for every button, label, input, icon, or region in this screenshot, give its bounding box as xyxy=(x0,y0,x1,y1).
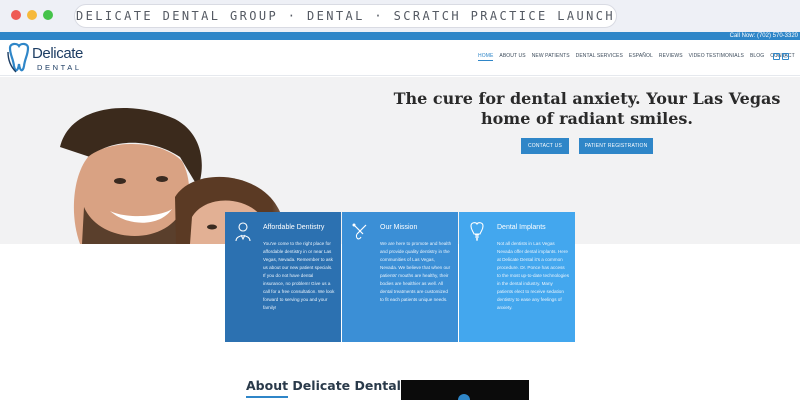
nav-video-testimonials[interactable]: VIDEO TESTIMONIALS xyxy=(689,53,744,61)
tooth-logo-icon xyxy=(7,42,30,73)
card-text: Not all dentists in Las Vegas Nevada off… xyxy=(497,241,570,310)
instagram-icon[interactable]: ◻ xyxy=(782,53,789,60)
window-maximize-button[interactable] xyxy=(43,10,53,20)
feature-card-affordable-dentistry: Affordable Dentistry You've come to the … xyxy=(225,212,341,342)
nav-dental-services[interactable]: DENTAL SERVICES xyxy=(576,53,623,61)
patient-registration-button[interactable]: PATIENT REGISTRATION xyxy=(579,138,653,154)
nav-blog[interactable]: BLOG xyxy=(750,53,764,61)
about-heading: About Delicate Dental xyxy=(246,378,401,393)
contact-us-button[interactable]: CONTACT US xyxy=(521,138,569,154)
about-heading-underline xyxy=(246,396,288,398)
main-nav: HOME ABOUT US NEW PATIENTS DENTAL SERVIC… xyxy=(478,53,795,61)
top-contact-bar: Call Now: (702) 570-3320 xyxy=(0,32,800,40)
tooth-implant-icon xyxy=(470,222,484,241)
card-title: Our Mission xyxy=(380,224,418,231)
nav-home[interactable]: HOME xyxy=(478,53,494,61)
play-icon[interactable] xyxy=(458,394,470,400)
nav-about-us[interactable]: ABOUT US xyxy=(499,53,525,61)
window-close-button[interactable] xyxy=(11,10,21,20)
call-now-link[interactable]: Call Now: (702) 570-3320 xyxy=(730,32,798,40)
nav-espanol[interactable]: ESPAÑOL xyxy=(629,53,653,61)
browser-chrome: DELICATE DENTAL GROUP · DENTAL · SCRATCH… xyxy=(0,0,800,32)
card-title: Affordable Dentistry xyxy=(263,224,325,231)
logo-name: Delicate xyxy=(32,45,83,62)
card-text: We are here to promote and health and pr… xyxy=(380,241,452,302)
site-header: Delicate DENTAL HOME ABOUT US NEW PATIEN… xyxy=(0,40,800,76)
social-links: f ◻ xyxy=(773,53,789,60)
site-logo[interactable]: Delicate DENTAL xyxy=(6,42,86,74)
facebook-icon[interactable]: f xyxy=(773,53,780,60)
card-title: Dental Implants xyxy=(497,224,546,231)
feature-card-dental-implants: Dental Implants Not all dentists in Las … xyxy=(459,212,575,342)
dental-tools-icon xyxy=(352,223,367,240)
nav-reviews[interactable]: REVIEWS xyxy=(659,53,683,61)
hero-headline: The cure for dental anxiety. Your Las Ve… xyxy=(393,89,781,128)
address-bar[interactable]: DELICATE DENTAL GROUP · DENTAL · SCRATCH… xyxy=(74,4,617,28)
address-bar-text: DELICATE DENTAL GROUP · DENTAL · SCRATCH… xyxy=(76,9,615,23)
feature-card-our-mission: Our Mission We are here to promote and h… xyxy=(342,212,458,342)
window-minimize-button[interactable] xyxy=(27,10,37,20)
nav-new-patients[interactable]: NEW PATIENTS xyxy=(532,53,570,61)
dentist-person-icon xyxy=(235,222,251,242)
card-text: You've come to the right place for affor… xyxy=(263,241,335,310)
logo-subtitle: DENTAL xyxy=(37,63,82,72)
